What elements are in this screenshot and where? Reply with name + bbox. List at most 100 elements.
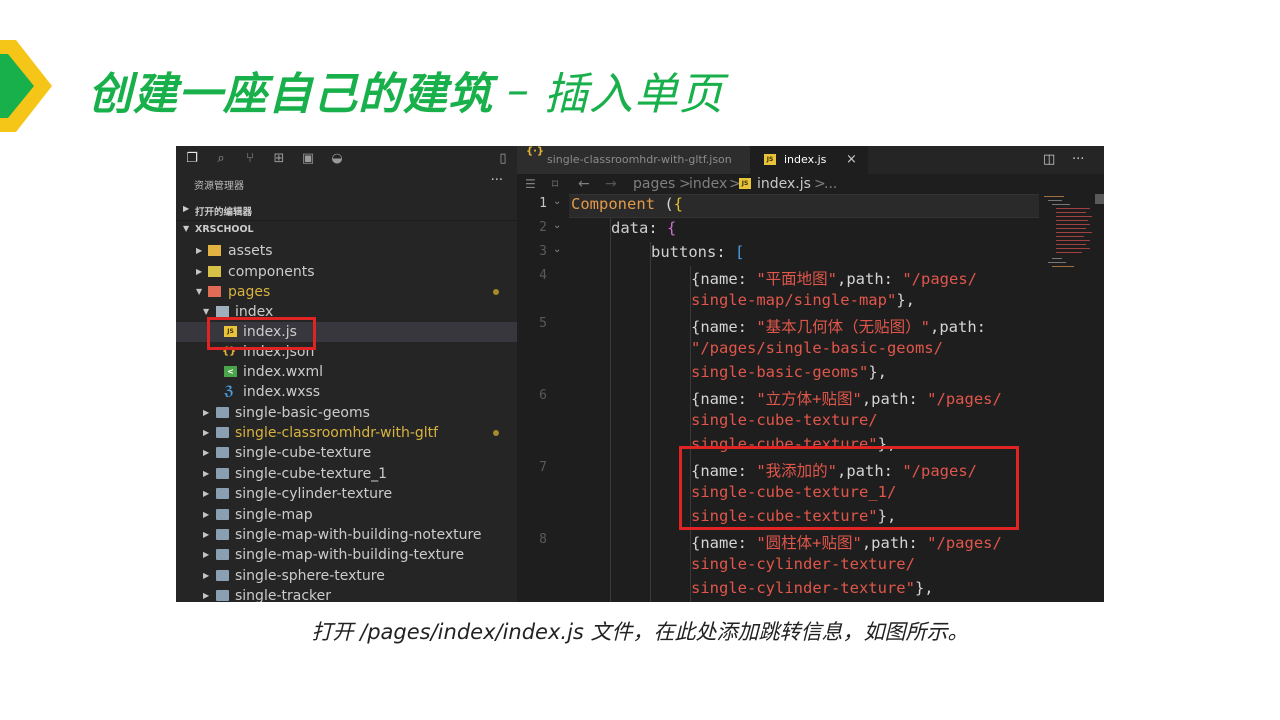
list-icon[interactable]: ☰ <box>525 174 536 194</box>
modified-dot-icon <box>493 430 499 436</box>
code-line-3: buttons: [ <box>651 243 745 261</box>
tree-item-label: single-classroomhdr-with-gltf <box>235 425 439 441</box>
chevron-down-icon[interactable]: ⌄ <box>553 196 561 207</box>
breadcrumb-item[interactable]: pages <box>633 174 675 194</box>
folder-icon <box>208 286 221 297</box>
indent-guide <box>650 242 651 602</box>
chevron-down-icon[interactable]: ⌄ <box>553 244 561 255</box>
modified-dot-icon <box>493 289 499 295</box>
docker-icon[interactable]: ◒ <box>329 151 345 167</box>
breadcrumb-item[interactable]: ... <box>824 174 837 194</box>
folder-icon <box>216 488 229 499</box>
chevron-right-icon: ▶ <box>203 530 210 539</box>
code-editor: {·} single-classroomhdr-with-gltf.json J… <box>517 146 1104 602</box>
code-area[interactable]: 1 ⌄ 2 ⌄ 3 ⌄ 4 5 6 7 8 Component ({ data:… <box>517 194 1104 602</box>
css-file-icon: ℨ <box>224 384 234 399</box>
code-line-6a: {name: "立方体+贴图",path: "/pages/ <box>691 390 1002 408</box>
split-editor-icon[interactable]: ▯ <box>495 151 511 167</box>
tree-item-label: index.wxml <box>243 364 324 380</box>
files-icon[interactable]: ❐ <box>184 151 200 167</box>
tab-json-file[interactable]: {·} single-classroomhdr-with-gltf.json <box>517 146 750 174</box>
tree-item-index-wxml[interactable]: < index.wxml <box>176 362 517 382</box>
tree-item-single-sphere-texture[interactable]: ▶ single-sphere-texture <box>176 566 517 586</box>
minimap[interactable] <box>1042 194 1097 284</box>
highlight-box-added-entry <box>679 446 1019 530</box>
scrollbar-thumb[interactable] <box>1095 194 1104 204</box>
folder-icon <box>216 509 229 520</box>
minimap-line <box>1052 204 1070 205</box>
extensions-icon[interactable]: ⊞ <box>271 151 287 167</box>
more-actions-icon[interactable]: ··· <box>491 173 503 188</box>
minimap-line <box>1056 244 1086 245</box>
folder-icon <box>216 427 229 438</box>
minimap-line <box>1056 252 1082 253</box>
section-open-editors[interactable]: ▶ 打开的编辑器 <box>176 200 517 221</box>
minimap-line <box>1056 236 1084 237</box>
chevron-down-icon[interactable]: ⌄ <box>553 220 561 231</box>
chevron-right-icon: ▶ <box>203 550 210 559</box>
tab-label: single-classroomhdr-with-gltf.json <box>547 153 732 166</box>
folder-icon <box>208 266 221 277</box>
minimap-line <box>1044 196 1064 197</box>
code-line-8a: {name: "圆柱体+贴图",path: "/pages/ <box>691 534 1002 552</box>
chevron-down-icon: ▼ <box>196 287 203 296</box>
code-line-1: Component ({ <box>571 195 684 213</box>
section-project[interactable]: ▼ XRSCHOOL <box>176 220 517 240</box>
minimap-line <box>1056 224 1090 225</box>
chevron-right-icon: ▶ <box>196 267 203 276</box>
close-icon[interactable]: × <box>846 146 857 174</box>
tree-item-single-cube-texture-1[interactable]: ▶ single-cube-texture_1 <box>176 464 517 484</box>
breadcrumb-item[interactable]: index <box>689 174 727 194</box>
minimap-line <box>1056 220 1088 221</box>
slide-caption: 打开 /pages/index/index.js 文件，在此处添加跳转信息，如图… <box>311 620 969 644</box>
bookmark-icon[interactable]: ⌑ <box>552 174 558 194</box>
tree-item-single-cube-texture[interactable]: ▶ single-cube-texture <box>176 443 517 463</box>
vscode-screenshot: ❐ ⌕ ⑂ ⊞ ▣ ◒ 资源管理器 ··· ▶ 打开的编辑器 ▼ XRSCHOO… <box>176 146 1104 602</box>
back-arrow-icon[interactable]: ← <box>578 174 590 194</box>
tree-item-index-wxss[interactable]: ℨ index.wxss <box>176 382 517 402</box>
tree-item-label: components <box>228 264 315 280</box>
tree-item-single-map[interactable]: ▶ single-map <box>176 505 517 525</box>
minimap-line <box>1056 240 1090 241</box>
js-file-icon: JS <box>739 178 751 189</box>
line-number: 2 <box>539 220 547 235</box>
tree-item-single-classroomhdr-with-gltf[interactable]: ▶ single-classroomhdr-with-gltf <box>176 423 517 443</box>
tree-item-label: pages <box>228 284 271 300</box>
split-editor-right-icon[interactable]: ◫ <box>1043 146 1055 174</box>
code-line-5a: {name: "基本几何体（无贴图）",path: <box>691 318 986 336</box>
section-label: XRSCHOOL <box>195 224 254 235</box>
tree-item-label: single-cube-texture <box>235 445 372 461</box>
chevron-right-icon: ▶ <box>203 428 210 437</box>
chevron-right-icon: ▶ <box>203 408 210 417</box>
code-line-2: data: { <box>611 219 677 237</box>
wxml-file-icon: < <box>224 366 237 377</box>
folder-icon <box>216 590 229 601</box>
tree-item-single-basic-geoms[interactable]: ▶ single-basic-geoms <box>176 403 517 423</box>
tree-item-assets[interactable]: ▶ assets <box>176 241 517 261</box>
minimap-line <box>1048 262 1066 263</box>
highlight-box-index-js <box>207 317 316 350</box>
chevron-down-icon: ▼ <box>183 224 190 233</box>
forward-arrow-icon[interactable]: → <box>605 174 617 194</box>
tree-item-single-map-with-building-texture[interactable]: ▶ single-map-with-building-texture <box>176 545 517 565</box>
tree-item-single-tracker[interactable]: ▶ single-tracker <box>176 586 517 602</box>
tree-item-components[interactable]: ▶ components <box>176 262 517 282</box>
explorer-header: 资源管理器 <box>194 181 244 192</box>
tab-label: index.js <box>784 153 827 166</box>
tree-item-single-map-with-building-notexture[interactable]: ▶ single-map-with-building-notexture <box>176 525 517 545</box>
slide-title: 创建一座自己的建筑 – 插入单页 <box>88 58 724 122</box>
folder-open-icon <box>216 306 229 317</box>
search-icon[interactable]: ⌕ <box>213 151 229 167</box>
js-file-icon: JS <box>764 154 776 165</box>
folder-icon <box>216 468 229 479</box>
tree-item-single-cylinder-texture[interactable]: ▶ single-cylinder-texture <box>176 484 517 504</box>
tree-item-pages[interactable]: ▼ pages <box>176 282 517 302</box>
minimap-line <box>1056 212 1086 213</box>
source-control-icon[interactable]: ⑂ <box>242 151 258 167</box>
tree-item-label: single-cylinder-texture <box>235 486 393 502</box>
breadcrumb-item[interactable]: index.js <box>757 174 811 194</box>
minimap-line <box>1048 200 1062 201</box>
remote-icon[interactable]: ▣ <box>300 151 316 167</box>
more-actions-icon[interactable]: ··· <box>1072 146 1084 174</box>
tab-index-js[interactable]: JS index.js × <box>750 146 868 174</box>
